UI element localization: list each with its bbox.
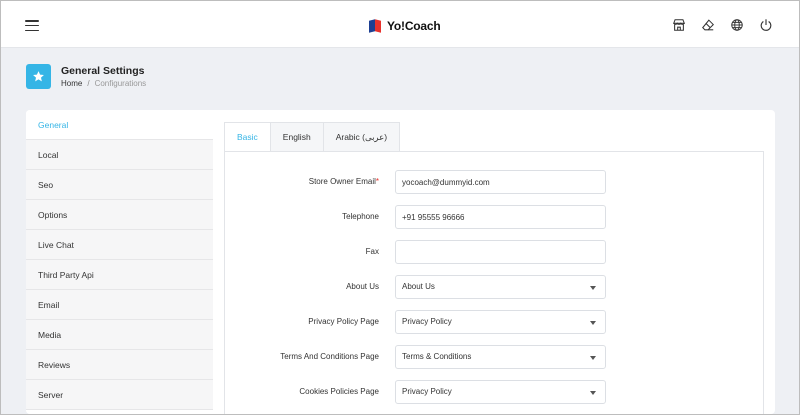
brand-logo[interactable]: Yo!Coach [369,17,441,35]
privacy-policy-label: Privacy Policy Page [308,317,379,326]
sidebar-item-email[interactable]: Email [26,290,213,320]
cookies-select-value: Privacy Policy [402,387,452,396]
breadcrumb: Home / Configurations [61,79,146,88]
language-tabs: Basic English Arabic (عربى) [224,122,401,152]
store-owner-email-input[interactable] [395,170,606,194]
form-row-fax: Fax [225,240,765,264]
form-row-terms: Terms And Conditions Page Terms & Condit… [225,345,765,369]
sidebar-item-reviews[interactable]: Reviews [26,350,213,380]
settings-content: Basic English Arabic (عربى) Store Owner … [224,122,764,414]
power-icon[interactable] [759,18,773,32]
fax-input[interactable] [395,240,606,264]
settings-sidebar: General Local Seo Options Live Chat Thir… [26,110,213,414]
tab-english[interactable]: English [270,122,324,152]
cookies-label: Cookies Policies Page [299,387,379,396]
chevron-down-icon [590,286,596,290]
form-row-telephone: Telephone [225,205,765,229]
store-icon[interactable] [672,18,686,32]
about-us-select[interactable]: About Us [395,275,606,299]
header-actions [672,18,773,32]
fax-label: Fax [365,247,379,256]
terms-label: Terms And Conditions Page [280,352,379,361]
store-owner-email-label-text: Store Owner Email [308,177,376,186]
chevron-down-icon [590,321,596,325]
menu-icon[interactable] [25,20,39,32]
globe-icon[interactable] [730,18,744,32]
store-owner-email-label: Store Owner Email* [309,170,379,194]
star-icon [26,64,51,89]
eraser-icon[interactable] [701,18,715,32]
tab-basic[interactable]: Basic [224,122,271,152]
form-row-cookies: Cookies Policies Page Privacy Policy [225,380,765,404]
form-row-privacy-policy: Privacy Policy Page Privacy Policy [225,310,765,334]
sidebar-item-local[interactable]: Local [26,140,213,170]
about-us-label: About Us [346,282,379,291]
top-header: Yo!Coach [1,1,799,48]
form-row-about-us: About Us About Us [225,275,765,299]
telephone-input[interactable] [395,205,606,229]
sidebar-item-options[interactable]: Options [26,200,213,230]
brand-mark-icon [369,18,383,34]
sidebar-item-third-party-api[interactable]: Third Party Api [26,260,213,290]
about-us-select-value: About Us [402,282,435,291]
privacy-policy-select-value: Privacy Policy [402,317,452,326]
breadcrumb-separator: / [87,79,90,88]
terms-select[interactable]: Terms & Conditions [395,345,606,369]
sidebar-item-seo[interactable]: Seo [26,170,213,200]
brand-name: Yo!Coach [387,19,441,33]
privacy-policy-select[interactable]: Privacy Policy [395,310,606,334]
page-title: General Settings [61,65,145,77]
tab-arabic[interactable]: Arabic (عربى) [323,122,401,152]
chevron-down-icon [590,356,596,360]
sidebar-item-live-chat[interactable]: Live Chat [26,230,213,260]
breadcrumb-home[interactable]: Home [61,79,82,88]
sidebar-item-media[interactable]: Media [26,320,213,350]
cookies-select[interactable]: Privacy Policy [395,380,606,404]
breadcrumb-current: Configurations [94,79,147,88]
telephone-label: Telephone [342,212,379,221]
sidebar-item-server[interactable]: Server [26,380,213,410]
chevron-down-icon [590,391,596,395]
general-settings-form: Store Owner Email* Telephone Fax About U… [224,151,764,414]
form-row-store-owner-email: Store Owner Email* [225,170,765,194]
required-mark: * [375,177,379,186]
sidebar-item-general[interactable]: General [26,110,213,140]
settings-panel: General Local Seo Options Live Chat Thir… [26,110,775,414]
terms-select-value: Terms & Conditions [402,352,472,361]
